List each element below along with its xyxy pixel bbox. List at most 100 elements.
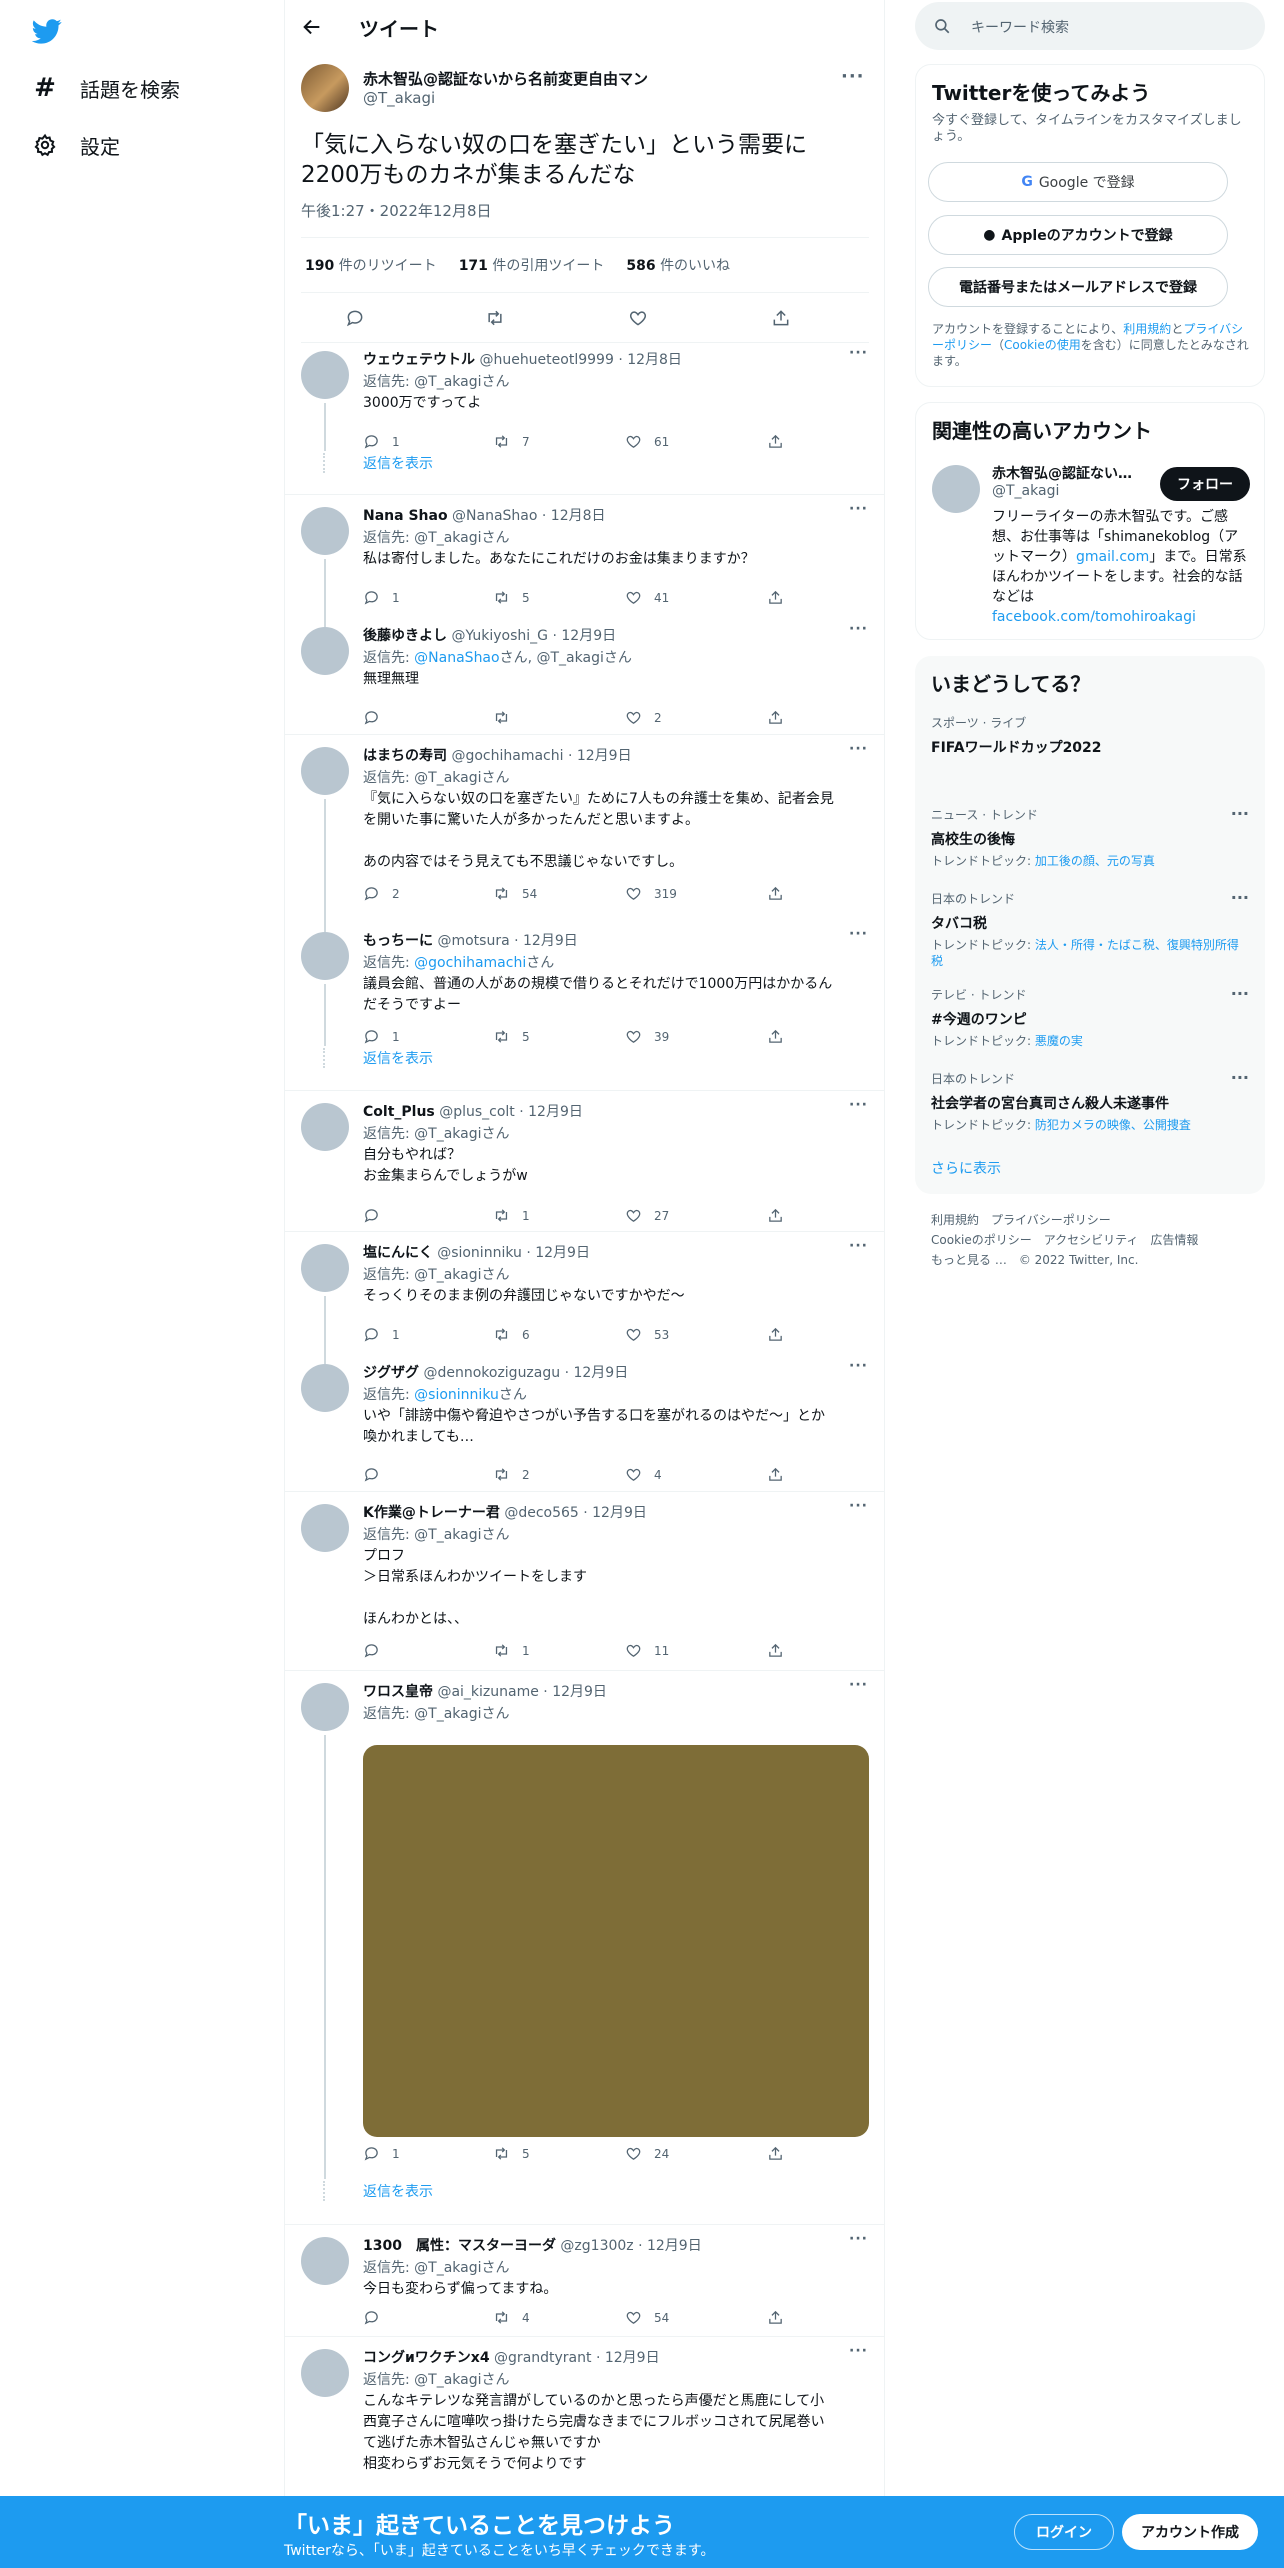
- reply-button[interactable]: 1: [363, 433, 400, 450]
- reply-to-link[interactable]: @gochihamachi: [414, 955, 526, 971]
- trend-topic-links[interactable]: 防犯カメラの映像、公開捜査: [1035, 1118, 1191, 1132]
- avatar[interactable]: [301, 1364, 349, 1412]
- like-icon[interactable]: [628, 308, 648, 328]
- retweet-button[interactable]: 5: [493, 1028, 530, 1045]
- related-name[interactable]: 赤木智弘@認証ない…: [992, 463, 1132, 483]
- more-icon[interactable]: ···: [849, 2231, 868, 2247]
- show-replies-link[interactable]: 返信を表示: [363, 453, 433, 473]
- share-button[interactable]: [767, 885, 796, 902]
- reply-tweet[interactable]: 後藤ゆきよし @Yukiyoshi_G · 12月9日 ··· 返信先: @Nana…: [285, 615, 885, 735]
- footer-ads[interactable]: 広告情報: [1150, 1233, 1198, 1247]
- nav-settings[interactable]: 設定: [32, 125, 120, 165]
- more-icon[interactable]: ···: [841, 66, 865, 87]
- terms-link[interactable]: 利用規約: [1123, 322, 1171, 336]
- footer-more[interactable]: もっと見る …: [931, 1253, 1007, 1267]
- reply-tweet[interactable]: 1300 属性：マスターヨーダ @zg1300z · 12月9日 ··· 返信先: …: [285, 2225, 885, 2337]
- reply-author-handle[interactable]: @NanaShao: [452, 508, 537, 524]
- avatar[interactable]: [301, 351, 349, 399]
- search-bar[interactable]: キーワード検索: [915, 2, 1265, 50]
- show-replies-link[interactable]: 返信を表示: [363, 1048, 433, 1068]
- more-icon[interactable]: ···: [1231, 804, 1249, 823]
- reply-author-name[interactable]: もっちーに: [363, 933, 433, 949]
- retweet-button[interactable]: 1: [493, 1642, 530, 1659]
- reply-author-name[interactable]: 後藤ゆきよし: [363, 628, 447, 644]
- reply-button[interactable]: [363, 1642, 392, 1659]
- reply-author-handle[interactable]: @zg1300z: [560, 2238, 633, 2254]
- like-button[interactable]: 41: [625, 589, 669, 606]
- quote-count[interactable]: 171 件の引用ツイート: [459, 255, 605, 275]
- search-input[interactable]: キーワード検索: [971, 17, 1069, 37]
- trend-item[interactable]: 日本のトレンド タバコ税 トレンドトピック: 法人・所得・たばこ税、復興特別所得税…: [931, 888, 1249, 969]
- twitter-logo-icon[interactable]: [31, 16, 66, 46]
- reply-button[interactable]: 1: [363, 1326, 400, 1343]
- reply-icon[interactable]: [345, 308, 365, 328]
- like-button[interactable]: 4: [625, 1466, 662, 1483]
- reply-date[interactable]: · 12月9日: [526, 1245, 590, 1261]
- like-button[interactable]: 27: [625, 1207, 669, 1224]
- share-button[interactable]: [767, 709, 796, 726]
- retweet-button[interactable]: 2: [493, 1466, 530, 1483]
- reply-date[interactable]: · 12月8日: [618, 352, 682, 368]
- reply-date[interactable]: · 12月9日: [638, 2238, 702, 2254]
- reply-tweet[interactable]: はまちの寿司 @gochihamachi · 12月9日 ··· 返信先: @T_a…: [285, 735, 885, 932]
- retweet-button[interactable]: 54: [493, 885, 537, 902]
- trend-item[interactable]: スポーツ · ライブ FIFAワールドカップ2022: [931, 714, 1249, 757]
- like-button[interactable]: 54: [625, 2309, 669, 2326]
- retweet-button[interactable]: 7: [493, 433, 530, 450]
- related-handle[interactable]: @T_akagi: [992, 483, 1059, 499]
- reply-author-handle[interactable]: @sioninniku: [437, 1245, 522, 1261]
- reply-button[interactable]: 1: [363, 1028, 400, 1045]
- like-button[interactable]: 53: [625, 1326, 669, 1343]
- retweet-button[interactable]: 4: [493, 2309, 530, 2326]
- reply-date[interactable]: · 12月9日: [583, 1505, 647, 1521]
- reply-button[interactable]: [363, 709, 392, 726]
- tweet-timestamp[interactable]: 午後1:27・2022年12月8日: [301, 200, 492, 221]
- share-button[interactable]: [767, 1642, 796, 1659]
- reply-date[interactable]: · 12月9日: [519, 1104, 583, 1120]
- login-button[interactable]: ログイン: [1014, 2514, 1114, 2550]
- bio-facebook-link[interactable]: facebook.com/tomohiroakagi: [992, 609, 1196, 625]
- reply-date[interactable]: · 12月9日: [543, 1684, 607, 1700]
- reply-author-handle[interactable]: @grandtyrant: [494, 2350, 591, 2366]
- trend-topic-links[interactable]: 悪魔の実: [1035, 1034, 1083, 1048]
- reply-author-handle[interactable]: @Yukiyoshi_G: [451, 628, 548, 644]
- avatar[interactable]: [301, 2349, 349, 2397]
- more-icon[interactable]: ···: [849, 1358, 868, 1374]
- reply-author-name[interactable]: K作業@トレーナー君: [363, 1505, 500, 1521]
- avatar[interactable]: [301, 1103, 349, 1151]
- show-replies-link[interactable]: 返信を表示: [363, 2181, 433, 2201]
- signup-button[interactable]: アカウント作成: [1122, 2514, 1258, 2550]
- reply-author-name[interactable]: ワロス皇帝: [363, 1684, 433, 1700]
- retweet-button[interactable]: 5: [493, 2145, 530, 2162]
- footer-privacy[interactable]: プライバシーポリシー: [991, 1213, 1111, 1227]
- back-arrow-icon[interactable]: [301, 16, 323, 38]
- reply-date[interactable]: · 12月9日: [565, 1365, 629, 1381]
- more-icon[interactable]: ···: [1231, 1068, 1249, 1087]
- more-icon[interactable]: ···: [849, 2343, 868, 2359]
- share-button[interactable]: [767, 1466, 796, 1483]
- reply-button[interactable]: [363, 1466, 392, 1483]
- reply-tweet[interactable]: もっちーに @motsura · 12月9日 ··· 返信先: @gochihama…: [285, 920, 885, 1091]
- nav-explore[interactable]: # 話題を検索: [32, 68, 180, 108]
- like-button[interactable]: 39: [625, 1028, 669, 1045]
- trend-item[interactable]: ニュース · トレンド 高校生の後悔 トレンドトピック: 加工後の顔、元の写真 ··…: [931, 804, 1249, 869]
- reply-author-name[interactable]: Colt_Plus: [363, 1104, 435, 1120]
- retweet-button[interactable]: 6: [493, 1326, 530, 1343]
- avatar[interactable]: [301, 64, 349, 112]
- reply-date[interactable]: · 12月8日: [542, 508, 606, 524]
- reply-tweet[interactable]: ジグザグ @dennokoziguzagu · 12月9日 ··· 返信先: @si…: [285, 1352, 885, 1492]
- apple-signup-button[interactable]: ● Appleのアカウントで登録: [928, 215, 1228, 255]
- retweet-count[interactable]: 190 件のリツイート: [305, 255, 437, 275]
- reply-button[interactable]: [363, 1207, 392, 1224]
- share-button[interactable]: [767, 1207, 796, 1224]
- reply-author-name[interactable]: ウェウェテウトル: [363, 352, 475, 368]
- reply-author-handle[interactable]: @huehueteotl9999: [479, 352, 613, 368]
- reply-to-link[interactable]: @sioninniku: [414, 1387, 499, 1403]
- reply-author-handle[interactable]: @motsura: [437, 933, 509, 949]
- reply-author-handle[interactable]: @deco565: [504, 1505, 578, 1521]
- reply-tweet[interactable]: ウェウェテウトル @huehueteotl9999 · 12月8日 ··· 返信先:…: [285, 339, 885, 495]
- author-name[interactable]: 赤木智弘@認証ないから名前変更自由マン: [363, 68, 648, 89]
- share-button[interactable]: [767, 2145, 796, 2162]
- more-icon[interactable]: ···: [1231, 984, 1249, 1003]
- retweet-button[interactable]: 1: [493, 1207, 530, 1224]
